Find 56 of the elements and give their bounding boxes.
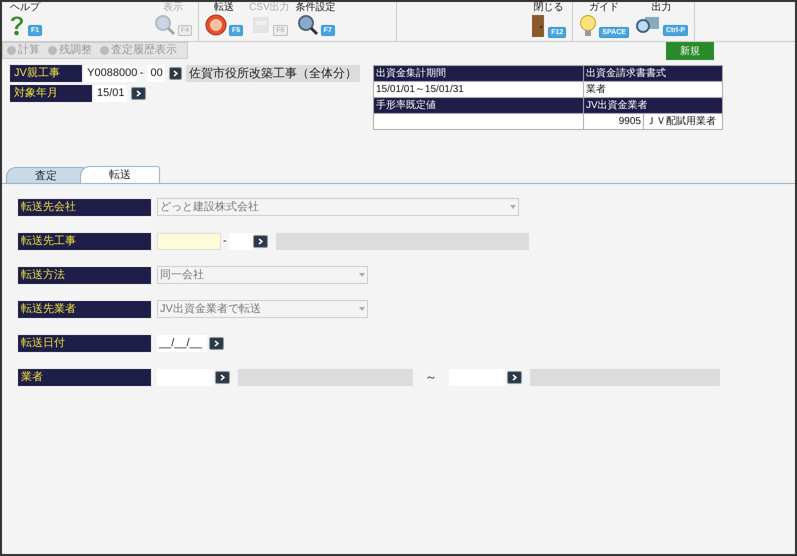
table-cell: 15/01/01～15/01/31 <box>374 82 584 98</box>
chevron-icon <box>256 238 264 245</box>
dropdown[interactable]: どっと建設株式会社 <box>157 198 519 216</box>
go-button[interactable] <box>507 370 522 384</box>
door-icon <box>530 14 546 38</box>
go-button[interactable] <box>209 336 224 350</box>
date-field[interactable]: __/__/__ <box>157 334 207 352</box>
field-label: 転送日付 <box>18 334 151 352</box>
job-code-field[interactable] <box>157 232 221 250</box>
go-button[interactable] <box>215 370 230 384</box>
tab[interactable]: 転送 <box>80 166 160 183</box>
dropdown-value: JV出資金業者で転送 <box>160 302 261 317</box>
table-cell: 業者 <box>584 82 722 98</box>
field-label: 転送方法 <box>18 266 151 284</box>
dash-text: - <box>223 234 227 249</box>
header-cell: 出資金集計期間 <box>374 66 584 82</box>
dropdown[interactable]: 同一会社 <box>157 266 368 284</box>
new-button[interactable]: 新規 <box>666 42 714 60</box>
dropdown-value: 同一会社 <box>160 268 204 283</box>
branch-field[interactable] <box>228 232 253 250</box>
field-label: 対象年月 <box>10 85 92 102</box>
go-button[interactable] <box>252 234 268 248</box>
dropdown-caret-icon <box>510 205 516 209</box>
go-button[interactable] <box>131 87 146 100</box>
dropdown[interactable]: JV出資金業者で転送 <box>157 300 368 318</box>
chevron-icon <box>135 90 142 98</box>
table-cell: ＪＶ配賦用業者 <box>644 114 722 130</box>
tab[interactable]: 査定 <box>6 167 86 183</box>
field-label: 転送先工事 <box>18 232 151 250</box>
table-cell: 9905 <box>584 114 644 130</box>
magnifier-icon <box>296 14 319 36</box>
magnifier-icon <box>154 14 176 36</box>
branch-field[interactable]: 00 <box>147 65 165 82</box>
field-label: 転送先業者 <box>18 300 151 318</box>
go-button[interactable] <box>168 67 182 80</box>
chevron-icon <box>219 374 226 381</box>
dropdown-value: どっと建設株式会社 <box>160 200 259 215</box>
range-separator: ～ <box>425 369 437 386</box>
header-cell: JV出資金業者 <box>584 98 722 114</box>
dash-text: - <box>138 66 144 82</box>
dropdown-caret-icon <box>359 273 365 277</box>
light-bulb-icon <box>579 14 598 38</box>
field-label: JV親工事 <box>10 65 82 82</box>
field-label: 業者 <box>18 368 151 386</box>
chevron-icon <box>172 70 179 78</box>
code-field[interactable]: Y0088000 <box>84 65 136 82</box>
dropdown-caret-icon <box>359 307 365 311</box>
job-name-field: 佐賀市役所改築工事（全体分） <box>186 65 360 82</box>
header-cell: 出資金請求書書式 <box>584 66 722 82</box>
chevron-icon <box>511 374 518 381</box>
header-cell: 手形率既定値 <box>374 98 584 114</box>
chevron-icon <box>213 340 220 347</box>
question-mark-icon <box>8 14 26 36</box>
field-label: 転送先会社 <box>18 198 151 216</box>
month-field[interactable]: 15/01 <box>94 85 127 102</box>
document-icon <box>251 14 272 36</box>
